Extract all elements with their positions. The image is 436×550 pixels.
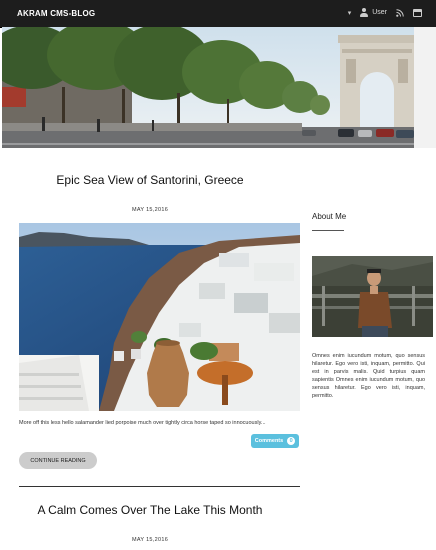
brand-logo[interactable]: AKRAM CMS-BLOG bbox=[17, 9, 95, 18]
post-title[interactable]: A Calm Comes Over The Lake This Month bbox=[0, 503, 300, 517]
user-icon bbox=[360, 8, 369, 17]
comments-button[interactable]: Comments 0 bbox=[251, 434, 299, 448]
author-photo bbox=[312, 256, 433, 337]
comments-count-badge: 0 bbox=[287, 437, 296, 445]
top-navbar: AKRAM CMS-BLOG ▾ User bbox=[0, 0, 436, 28]
navbar-actions: ▾ User bbox=[348, 8, 422, 17]
banner-side-gap bbox=[414, 27, 436, 148]
post-title[interactable]: Epic Sea View of Santorini, Greece bbox=[0, 173, 300, 187]
menu-icon[interactable] bbox=[413, 8, 422, 17]
post-divider bbox=[19, 486, 300, 487]
continue-reading-button[interactable]: CONTINUE READING bbox=[19, 452, 97, 469]
post-date: MAY 15,2016 bbox=[131, 207, 169, 213]
about-me-text: Omnes enim iucundum motum, quo sensus hi… bbox=[312, 353, 425, 399]
sidebar-divider bbox=[312, 230, 344, 231]
comments-label: Comments bbox=[254, 438, 284, 444]
post-excerpt: More off this less hello salamander lied… bbox=[19, 420, 266, 426]
sidebar-title: About Me bbox=[312, 212, 347, 221]
dropdown-caret-icon[interactable]: ▾ bbox=[348, 9, 352, 17]
hero-banner-image bbox=[2, 27, 414, 148]
user-label: User bbox=[372, 9, 387, 16]
post-image-santorini[interactable] bbox=[19, 223, 300, 411]
user-menu[interactable]: User bbox=[360, 8, 387, 17]
rss-icon[interactable] bbox=[396, 8, 404, 17]
post-date: MAY 15,2016 bbox=[131, 537, 169, 543]
page: AKRAM CMS-BLOG ▾ User Epic Sea View of S… bbox=[0, 0, 436, 550]
